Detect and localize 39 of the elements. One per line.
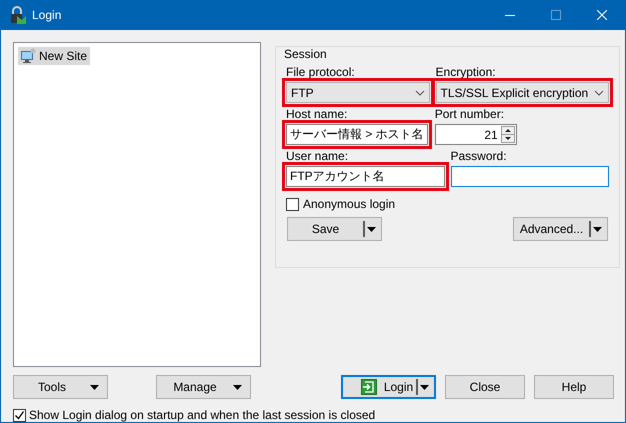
input-field[interactable]: FTPアカウント名 bbox=[286, 166, 444, 187]
spin-arrows-icon bbox=[500, 126, 515, 143]
split-button[interactable]: Advanced... bbox=[513, 217, 608, 241]
field-label: Port number: bbox=[434, 107, 506, 121]
site-item[interactable]: New Site bbox=[18, 47, 90, 65]
checkbox-label: Show Login dialog on startup and when the last session is closed bbox=[29, 408, 376, 422]
split-button[interactable]: Login bbox=[341, 375, 436, 399]
chevron-down-icon bbox=[414, 90, 425, 96]
field-label: File protocol: bbox=[286, 65, 356, 79]
input-field[interactable]: サーバー情報 > ホスト名 bbox=[286, 124, 428, 145]
menu-button[interactable]: Tools bbox=[13, 375, 108, 399]
monitor-icon bbox=[20, 48, 36, 64]
checkbox[interactable] bbox=[13, 408, 26, 422]
dropdown[interactable]: TLS/SSL Explicit encryption bbox=[436, 82, 609, 103]
caret-down-icon bbox=[233, 384, 242, 390]
chevron-down-icon bbox=[594, 90, 604, 96]
field-label: Password: bbox=[450, 149, 508, 163]
field-label: Host name: bbox=[286, 107, 348, 121]
window-title: Login bbox=[32, 8, 62, 22]
button[interactable]: Help bbox=[534, 375, 614, 399]
split-button[interactable]: Save bbox=[287, 217, 382, 241]
button[interactable]: Close bbox=[445, 375, 525, 399]
field-label: User name: bbox=[286, 149, 350, 163]
caret-down-icon bbox=[420, 384, 429, 390]
enter-icon bbox=[361, 379, 377, 395]
dropdown[interactable]: FTP bbox=[286, 82, 430, 103]
menu-button[interactable]: Manage bbox=[156, 375, 251, 399]
checkbox-label: Anonymous login bbox=[303, 197, 396, 211]
field-label: Encryption: bbox=[436, 65, 497, 79]
caret-down-icon bbox=[593, 226, 602, 232]
checkbox[interactable] bbox=[286, 198, 299, 210]
maximize-icon bbox=[551, 10, 561, 20]
caret-down-icon bbox=[367, 226, 376, 232]
padlock-icon bbox=[8, 6, 26, 24]
port-spinner[interactable]: 21 bbox=[434, 124, 517, 145]
caret-down-icon bbox=[90, 384, 99, 390]
input-field[interactable] bbox=[450, 166, 609, 187]
close-icon bbox=[597, 10, 607, 20]
group-title: Session bbox=[283, 47, 328, 61]
